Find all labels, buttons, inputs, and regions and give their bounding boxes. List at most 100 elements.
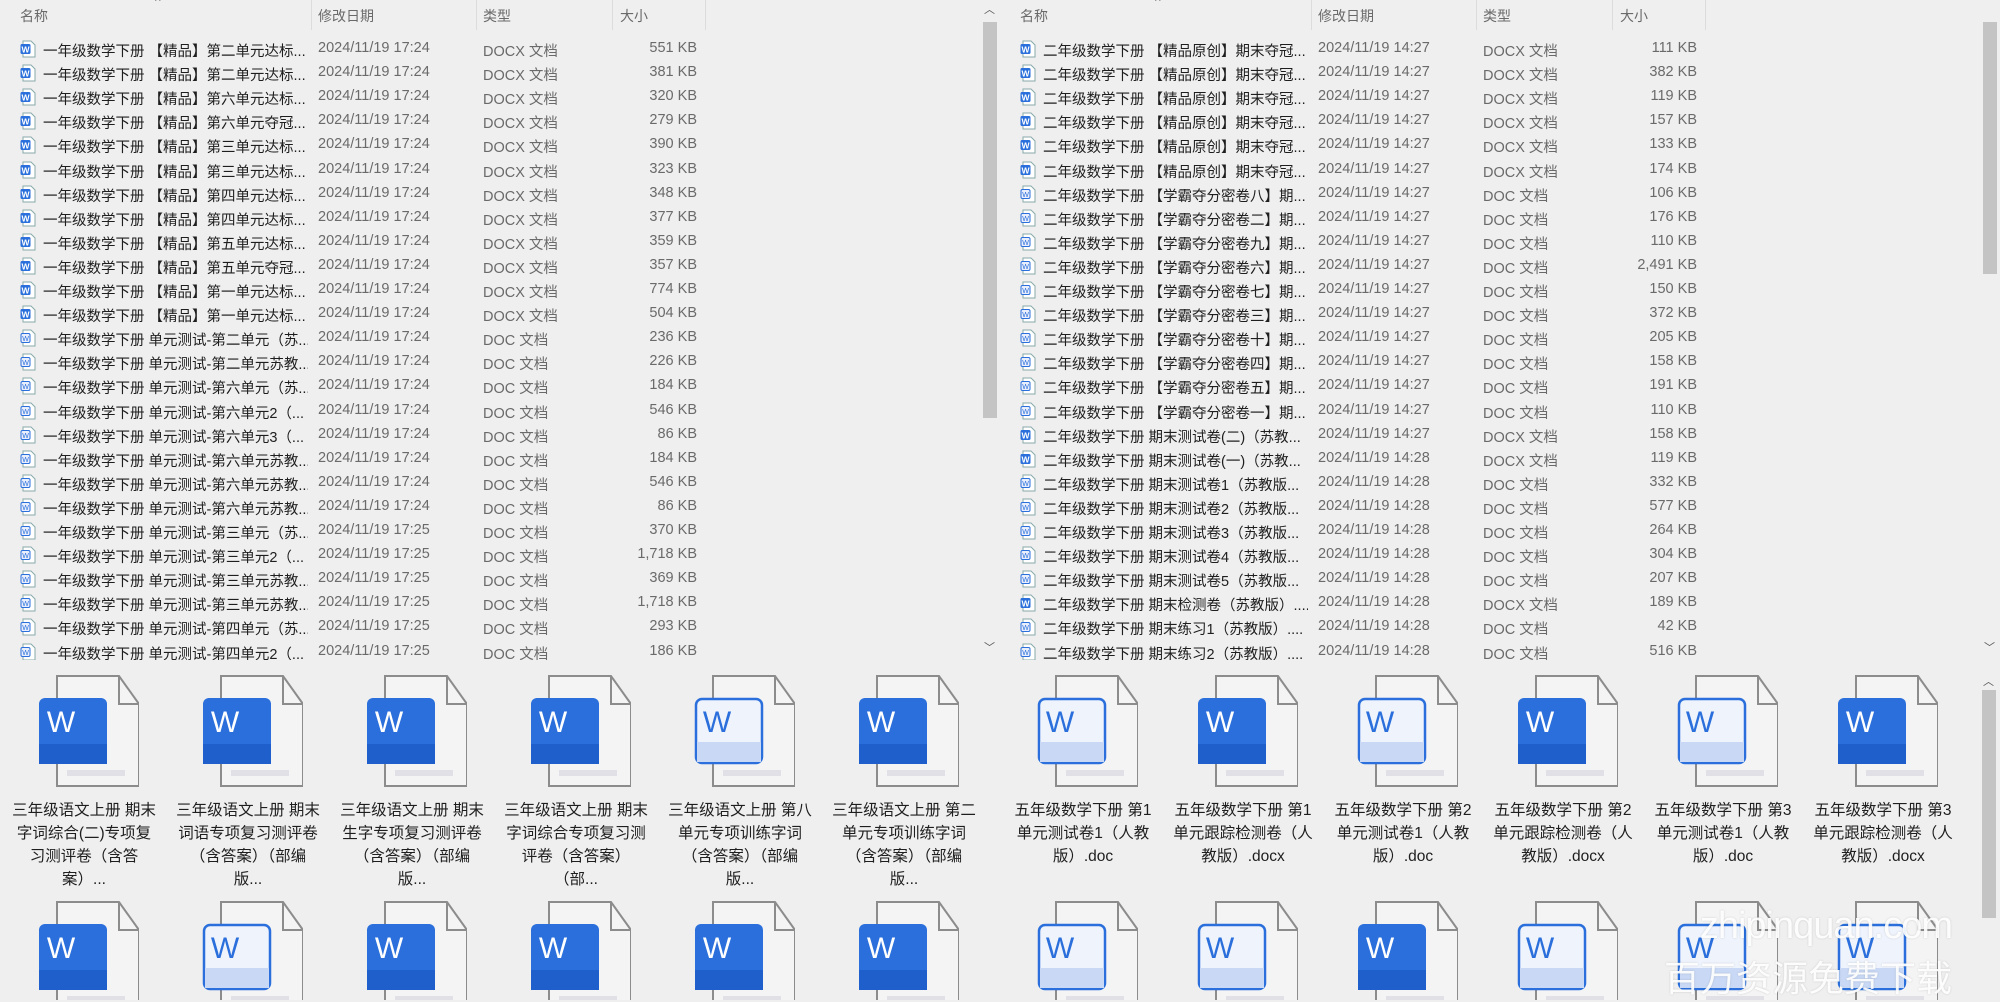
file-row[interactable]: W 一年级数学下册 单元测试-第二单元苏教... 2024/11/19 17:24 D… xyxy=(0,350,980,374)
file-tile[interactable]: W 五年级数学下册 第1单元跟踪检测卷（人教版）.docx xyxy=(1163,674,1323,868)
svg-text:W: W xyxy=(1022,650,1029,657)
file-row[interactable]: W 一年级数学下册 【精品】第五单元达标... 2024/11/19 17:24 DO… xyxy=(0,230,980,254)
file-row[interactable]: W 一年级数学下册 【精品】第五单元夺冠... 2024/11/19 17:24 DO… xyxy=(0,254,980,278)
file-row[interactable]: W 二年级数学下册 期末测试卷(二)（苏教... 2024/11/19 14:27 D… xyxy=(1000,423,1980,447)
file-date: 2024/11/19 14:28 xyxy=(1318,522,1430,538)
file-row[interactable]: W 二年级数学下册 【学霸夺分密卷三】期... 2024/11/19 14:27 DO… xyxy=(1000,302,1980,326)
column-name[interactable]: 名称 xyxy=(1020,6,1048,26)
file-row[interactable]: W 一年级数学下册 【精品】第三单元达标... 2024/11/19 17:24 DO… xyxy=(0,133,980,157)
file-tile[interactable]: W 三年级语文上册 第二单元专项训练字词（含答案）（部编版... xyxy=(824,674,984,891)
file-row[interactable]: W 二年级数学下册 【学霸夺分密卷二】期... 2024/11/19 14:27 DO… xyxy=(1000,206,1980,230)
file-row[interactable]: W 二年级数学下册 【学霸夺分密卷五】期... 2024/11/19 14:27 DO… xyxy=(1000,374,1980,398)
file-row[interactable]: W 一年级数学下册 【精品】第六单元达标... 2024/11/19 17:24 DO… xyxy=(0,85,980,109)
file-tile[interactable]: W xyxy=(1003,900,1163,1000)
file-tile[interactable]: W xyxy=(496,900,656,1000)
file-row[interactable]: W 二年级数学下册 期末测试卷5（苏教版... 2024/11/19 14:28 DO… xyxy=(1000,567,1980,591)
vertical-scrollbar[interactable]: ︿ ﹀ xyxy=(981,0,998,660)
file-row[interactable]: W 一年级数学下册 单元测试-第四单元2（... 2024/11/19 17:25 D… xyxy=(0,640,980,660)
column-type[interactable]: 类型 xyxy=(483,6,511,26)
file-tile[interactable]: W 三年级语文上册 期末 字词综合(二)专项复习测评卷（含答案）... xyxy=(4,674,164,891)
column-date[interactable]: 修改日期 xyxy=(318,6,374,26)
scroll-thumb[interactable] xyxy=(1983,22,1997,274)
file-row[interactable]: W 二年级数学下册 【精品原创】期末夺冠... 2024/11/19 14:27 DO… xyxy=(1000,133,1980,157)
file-tile[interactable]: W xyxy=(1163,900,1323,1000)
file-tile[interactable]: W xyxy=(660,900,820,1000)
column-date[interactable]: 修改日期 xyxy=(1318,6,1374,26)
file-row[interactable]: W 一年级数学下册 【精品】第四单元达标... 2024/11/19 17:24 DO… xyxy=(0,206,980,230)
file-row[interactable]: W 二年级数学下册 期末测试卷2（苏教版... 2024/11/19 14:28 DO… xyxy=(1000,495,1980,519)
file-row[interactable]: W 二年级数学下册 【精品原创】期末夺冠... 2024/11/19 14:27 DO… xyxy=(1000,85,1980,109)
file-row[interactable]: W 二年级数学下册 期末测试卷(一)（苏教... 2024/11/19 14:28 D… xyxy=(1000,447,1980,471)
file-tile[interactable]: W xyxy=(168,900,328,1000)
vertical-scrollbar[interactable]: ﹀ xyxy=(1981,0,1998,660)
file-tile[interactable]: W 三年级语文上册 期末 生字专项复习测评卷（含答案）（部编版... xyxy=(332,674,492,891)
column-size[interactable]: 大小 xyxy=(620,6,648,26)
file-row[interactable]: W 一年级数学下册 【精品】第六单元夺冠... 2024/11/19 17:24 DO… xyxy=(0,109,980,133)
file-tile[interactable]: W 五年级数学下册 第1单元测试卷1（人教版）.doc xyxy=(1003,674,1163,868)
file-tile[interactable]: W 三年级语文上册 期末 字词综合专项复习测评卷（含答案）（部... xyxy=(496,674,656,891)
file-row[interactable]: W 二年级数学下册 【学霸夺分密卷八】期... 2024/11/19 14:27 DO… xyxy=(1000,182,1980,206)
file-row[interactable]: W 二年级数学下册 【学霸夺分密卷九】期... 2024/11/19 14:27 DO… xyxy=(1000,230,1980,254)
file-tile[interactable]: W xyxy=(1323,900,1483,1000)
file-row[interactable]: W 二年级数学下册 【精品原创】期末夺冠... 2024/11/19 14:27 DO… xyxy=(1000,158,1980,182)
file-tile[interactable]: W 五年级数学下册 第3单元跟踪检测卷（人教版）.docx xyxy=(1803,674,1963,868)
file-row[interactable]: W 二年级数学下册 期末练习1（苏教版）.... 2024/11/19 14:28 D… xyxy=(1000,615,1980,639)
file-tile[interactable]: W xyxy=(332,900,492,1000)
file-row[interactable]: W 一年级数学下册 单元测试-第二单元（苏... 2024/11/19 17:24 D… xyxy=(0,326,980,350)
column-size[interactable]: 大小 xyxy=(1620,6,1648,26)
file-row[interactable]: W 一年级数学下册 单元测试-第六单元2（... 2024/11/19 17:24 D… xyxy=(0,399,980,423)
file-row[interactable]: W 二年级数学下册 期末练习2（苏教版）.... 2024/11/19 14:28 D… xyxy=(1000,640,1980,660)
file-row[interactable]: W 一年级数学下册 【精品】第一单元达标... 2024/11/19 17:24 DO… xyxy=(0,278,980,302)
file-row[interactable]: W 二年级数学下册 【精品原创】期末夺冠... 2024/11/19 14:27 DO… xyxy=(1000,37,1980,61)
scroll-down-icon[interactable]: ﹀ xyxy=(981,640,998,656)
word-doc-icon: W xyxy=(1020,522,1036,540)
word-docx-icon: W xyxy=(20,161,36,179)
file-tile[interactable]: W xyxy=(824,900,984,1000)
file-row[interactable]: W 一年级数学下册 【精品】第一单元达标... 2024/11/19 17:24 DO… xyxy=(0,302,980,326)
file-row[interactable]: W 二年级数学下册 【学霸夺分密卷四】期... 2024/11/19 14:27 DO… xyxy=(1000,350,1980,374)
file-row[interactable]: W 二年级数学下册 【学霸夺分密卷六】期... 2024/11/19 14:27 DO… xyxy=(1000,254,1980,278)
vertical-scrollbar[interactable]: ︿ xyxy=(1980,660,1997,1000)
file-tile[interactable]: W xyxy=(1483,900,1643,1000)
scroll-up-icon[interactable]: ︿ xyxy=(981,2,998,18)
file-row[interactable]: W 二年级数学下册 【学霸夺分密卷十】期... 2024/11/19 14:27 DO… xyxy=(1000,326,1980,350)
scroll-down-icon[interactable]: ﹀ xyxy=(1981,640,1998,656)
column-type[interactable]: 类型 xyxy=(1483,6,1511,26)
file-row[interactable]: W 一年级数学下册 单元测试-第六单元苏教... 2024/11/19 17:24 D… xyxy=(0,471,980,495)
file-row[interactable]: W 一年级数学下册 单元测试-第六单元苏教... 2024/11/19 17:24 D… xyxy=(0,447,980,471)
file-row[interactable]: W 二年级数学下册 期末测试卷1（苏教版... 2024/11/19 14:28 DO… xyxy=(1000,471,1980,495)
scroll-up-icon[interactable]: ︿ xyxy=(1980,674,1997,690)
column-name[interactable]: 名称 xyxy=(20,6,48,26)
file-row[interactable]: W 二年级数学下册 【学霸夺分密卷一】期... 2024/11/19 14:27 DO… xyxy=(1000,399,1980,423)
file-type: DOC 文档 xyxy=(1483,309,1549,326)
file-row[interactable]: W 二年级数学下册 期末检测卷（苏教版）.... 2024/11/19 14:28 D… xyxy=(1000,591,1980,615)
file-row[interactable]: W 一年级数学下册 单元测试-第六单元（苏... 2024/11/19 17:24 D… xyxy=(0,374,980,398)
file-row[interactable]: W 一年级数学下册 单元测试-第六单元3（... 2024/11/19 17:24 D… xyxy=(0,423,980,447)
file-row[interactable]: W 一年级数学下册 单元测试-第三单元苏教... 2024/11/19 17:25 D… xyxy=(0,567,980,591)
file-row[interactable]: W 一年级数学下册 【精品】第三单元达标... 2024/11/19 17:24 DO… xyxy=(0,158,980,182)
svg-text:W: W xyxy=(47,932,76,965)
file-tile[interactable]: W 三年级语文上册 第八单元专项训练字词（含答案）（部编版... xyxy=(660,674,820,891)
file-tile[interactable]: W 五年级数学下册 第2单元跟踪检测卷（人教版）.docx xyxy=(1483,674,1643,868)
file-tile[interactable]: W 三年级语文上册 期末 词语专项复习测评卷（含答案）（部编版... xyxy=(168,674,328,891)
file-row[interactable]: W 一年级数学下册 单元测试-第三单元苏教... 2024/11/19 17:25 D… xyxy=(0,591,980,615)
scroll-thumb[interactable] xyxy=(1982,690,1996,918)
file-row[interactable]: W 一年级数学下册 【精品】第二单元达标... 2024/11/19 17:24 DO… xyxy=(0,61,980,85)
file-tile[interactable]: W xyxy=(4,900,164,1000)
file-row[interactable]: W 二年级数学下册 期末测试卷3（苏教版... 2024/11/19 14:28 DO… xyxy=(1000,519,1980,543)
file-date: 2024/11/19 17:24 xyxy=(318,112,430,129)
file-row[interactable]: W 二年级数学下册 【精品原创】期末夺冠... 2024/11/19 14:27 DO… xyxy=(1000,61,1980,85)
file-row[interactable]: W 一年级数学下册 【精品】第四单元达标... 2024/11/19 17:24 DO… xyxy=(0,182,980,206)
file-row[interactable]: W 一年级数学下册 单元测试-第四单元（苏... 2024/11/19 17:25 D… xyxy=(0,615,980,639)
file-name: 一年级数学下册 单元测试-第四单元（苏... xyxy=(43,622,308,639)
file-row[interactable]: W 一年级数学下册 单元测试-第六单元苏教... 2024/11/19 17:24 D… xyxy=(0,495,980,519)
file-row[interactable]: W 二年级数学下册 【学霸夺分密卷七】期... 2024/11/19 14:27 DO… xyxy=(1000,278,1980,302)
file-row[interactable]: W 二年级数学下册 【精品原创】期末夺冠... 2024/11/19 14:27 DO… xyxy=(1000,109,1980,133)
file-tile[interactable]: W 五年级数学下册 第2单元测试卷1（人教版）.doc xyxy=(1323,674,1483,868)
file-tile[interactable]: W 五年级数学下册 第3单元测试卷1（人教版）.doc xyxy=(1643,674,1803,868)
scroll-thumb[interactable] xyxy=(983,22,997,418)
file-row[interactable]: W 二年级数学下册 期末测试卷4（苏教版... 2024/11/19 14:28 DO… xyxy=(1000,543,1980,567)
file-row[interactable]: W 一年级数学下册 单元测试-第三单元（苏... 2024/11/19 17:25 D… xyxy=(0,519,980,543)
file-row[interactable]: W 一年级数学下册 【精品】第二单元达标... 2024/11/19 17:24 DO… xyxy=(0,37,980,61)
file-row[interactable]: W 一年级数学下册 单元测试-第三单元2（... 2024/11/19 17:25 D… xyxy=(0,543,980,567)
